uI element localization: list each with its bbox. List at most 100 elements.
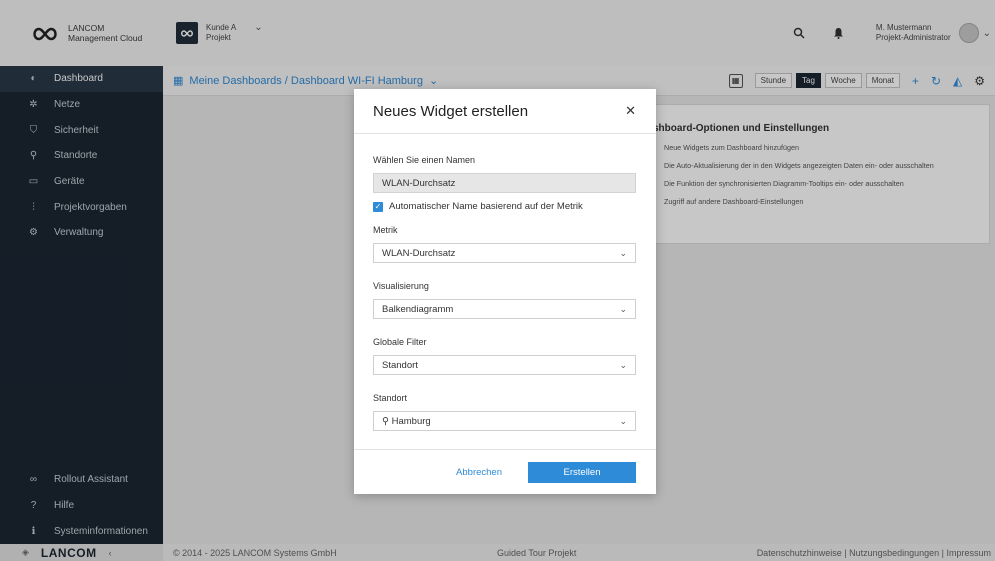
sidebar-item-verwaltung[interactable]: ⚙ Verwaltung xyxy=(0,220,163,246)
sidebar-item-label: Standorte xyxy=(54,150,98,162)
sidebar: ◐ Dashboard ✲ Netze ⛉ Sicherheit ⚲ Stand… xyxy=(0,66,163,544)
global-filter-label: Globale Filter xyxy=(373,337,427,347)
footer: ◈ LANCOM ‹ © 2014 - 2025 LANCOM Systems … xyxy=(0,544,995,561)
site-value: Hamburg xyxy=(391,415,431,427)
chevron-down-icon: ⌄ xyxy=(254,21,263,33)
avatar[interactable] xyxy=(958,23,979,43)
guided-tour-link[interactable]: Guided Tour Projekt xyxy=(497,548,576,558)
footer-brand: LANCOM xyxy=(40,545,97,560)
chevron-down-icon: ⌄ xyxy=(619,303,627,314)
info-icon: ℹ xyxy=(31,525,36,537)
visualization-value: Balkendiagramm xyxy=(382,303,454,315)
chevron-down-icon: ⌄ xyxy=(619,247,627,258)
refresh-icon[interactable]: ↻ xyxy=(931,74,941,88)
site-label: Standort xyxy=(373,393,408,403)
time-woche[interactable]: Woche xyxy=(824,73,862,88)
time-stunde[interactable]: Stunde xyxy=(754,73,793,88)
device-icon: ▭ xyxy=(28,176,39,188)
sidebar-item-geraete[interactable]: ▭ Geräte xyxy=(0,169,163,195)
metric-label: Metrik xyxy=(373,225,398,235)
brand-logo[interactable]: LANCOM Management Cloud xyxy=(0,0,163,66)
list-item: Neue Widgets zum Dashboard hinzufügen xyxy=(664,143,800,152)
global-filter-value: Standort xyxy=(382,359,418,371)
customer-name: Kunde A xyxy=(206,23,237,32)
breadcrumb[interactable]: ▦ Meine Dashboards / Dashboard WI-FI Ham… xyxy=(173,74,439,88)
name-label: Wählen Sie einen Namen xyxy=(373,155,476,165)
chevron-down-icon: ⌄ xyxy=(428,75,439,87)
sidebar-item-label: Sicherheit xyxy=(54,124,99,136)
global-filter-select[interactable]: Standort ⌄ xyxy=(373,355,636,375)
chevron-down-icon: ⌄ xyxy=(982,27,991,39)
metric-select[interactable]: WLAN-Durchsatz ⌄ xyxy=(373,243,636,263)
sidebar-item-label: Hilfe xyxy=(54,499,75,511)
network-icon: ✲ xyxy=(29,99,38,111)
sidebar-item-label: Netze xyxy=(54,99,81,111)
help-icon: ? xyxy=(30,499,37,511)
customer-icon xyxy=(176,22,198,44)
list-item: Die Funktion der synchronisierten Diagra… xyxy=(664,179,904,188)
shield-icon: ⛉ xyxy=(29,124,38,136)
sidebar-item-systeminfo[interactable]: ℹ Systeminformationen xyxy=(0,518,163,544)
list-item: Die Auto-Aktualisierung der in den Widge… xyxy=(664,161,934,170)
time-monat[interactable]: Monat xyxy=(865,73,900,88)
brand-line1: LANCOM xyxy=(68,23,105,33)
user-menu[interactable]: M. Mustermann Projekt-Administrator xyxy=(876,23,951,43)
user-name: M. Mustermann xyxy=(875,23,932,32)
copyright: © 2014 - 2025 LANCOM Systems GmbH xyxy=(173,547,337,558)
legal-links[interactable]: Datenschutzhinweise | Nutzungsbedingunge… xyxy=(757,548,991,558)
chevron-down-icon: ⌄ xyxy=(619,359,627,370)
time-range-selector: ▦ Stunde Tag Woche Monat + ↻ ◭ ⚙ xyxy=(728,73,985,88)
calendar-icon[interactable]: ▦ xyxy=(728,73,743,88)
create-button[interactable]: Erstellen xyxy=(528,461,636,483)
sidebar-item-standorte[interactable]: ⚲ Standorte xyxy=(0,143,163,169)
brand-line2: Management Cloud xyxy=(68,33,143,43)
dashboard-options-card: shboard-Optionen und Einstellungen Neue … xyxy=(640,104,990,244)
dashboard-icon: ◐ xyxy=(30,73,37,85)
user-role: Projekt-Administrator xyxy=(875,33,951,42)
chart-tooltip-icon[interactable]: ◭ xyxy=(953,74,962,88)
metric-value: WLAN-Durchsatz xyxy=(382,247,456,259)
chevron-down-icon: ⌄ xyxy=(619,415,627,426)
widget-name-field[interactable]: WLAN-Durchsatz xyxy=(373,173,636,193)
sidebar-item-label: Rollout Assistant xyxy=(54,474,128,486)
add-widget-icon[interactable]: + xyxy=(912,74,919,88)
sidebar-item-netze[interactable]: ✲ Netze xyxy=(0,92,163,118)
sidebar-item-label: Systeminformationen xyxy=(54,525,148,537)
new-widget-dialog: Neues Widget erstellen ✕ Wählen Sie eine… xyxy=(354,89,656,494)
sidebar-item-projektvorgaben[interactable]: ⫶ Projektvorgaben xyxy=(0,194,163,220)
close-icon[interactable]: ✕ xyxy=(625,103,636,119)
sliders-icon: ⫶ xyxy=(32,201,35,213)
sidebar-item-rollout[interactable]: ∞ Rollout Assistant xyxy=(0,467,163,493)
sidebar-item-label: Projektvorgaben xyxy=(54,201,127,213)
rollout-icon: ∞ xyxy=(29,474,38,486)
card-title: shboard-Optionen und Einstellungen xyxy=(653,123,830,134)
sidebar-item-label: Dashboard xyxy=(54,73,103,85)
cancel-button[interactable]: Abbrechen xyxy=(456,467,502,478)
sidebar-item-hilfe[interactable]: ? Hilfe xyxy=(0,493,163,519)
bell-icon[interactable] xyxy=(828,22,850,44)
sidebar-item-label: Verwaltung xyxy=(54,227,104,239)
lancom-logo-icon xyxy=(33,27,57,41)
sidebar-item-dashboard[interactable]: ◐ Dashboard xyxy=(0,66,163,92)
search-icon: ⚲ xyxy=(382,415,389,427)
time-tag[interactable]: Tag xyxy=(796,73,821,88)
sidebar-item-label: Geräte xyxy=(54,176,85,188)
sidebar-item-sicherheit[interactable]: ⛉ Sicherheit xyxy=(0,117,163,143)
visualization-label: Visualisierung xyxy=(373,281,429,291)
dialog-title: Neues Widget erstellen xyxy=(373,102,529,120)
auto-name-checkbox[interactable]: ✓ xyxy=(373,201,383,212)
site-select[interactable]: ⚲ Hamburg ⌄ xyxy=(373,411,636,431)
search-icon[interactable] xyxy=(788,22,810,44)
lancom-footer-icon: ◈ xyxy=(22,547,29,557)
settings-icon[interactable]: ⚙ xyxy=(974,74,985,88)
collapse-sidebar-icon[interactable]: ‹ xyxy=(109,548,112,558)
breadcrumb-text: Meine Dashboards / Dashboard WI-FI Hambu… xyxy=(189,74,423,87)
list-item: Zugriff auf andere Dashboard-Einstellung… xyxy=(664,197,804,206)
visualization-select[interactable]: Balkendiagramm ⌄ xyxy=(373,299,636,319)
location-icon: ⚲ xyxy=(29,150,38,162)
gears-icon: ⚙ xyxy=(29,227,38,239)
dashboard-grid-icon: ▦ xyxy=(173,75,184,87)
top-bar: LANCOM Management Cloud Kunde A Projekt … xyxy=(0,0,995,66)
customer-selector[interactable]: Kunde A Projekt ⌄ xyxy=(176,22,263,44)
customer-project: Projekt xyxy=(206,33,231,42)
